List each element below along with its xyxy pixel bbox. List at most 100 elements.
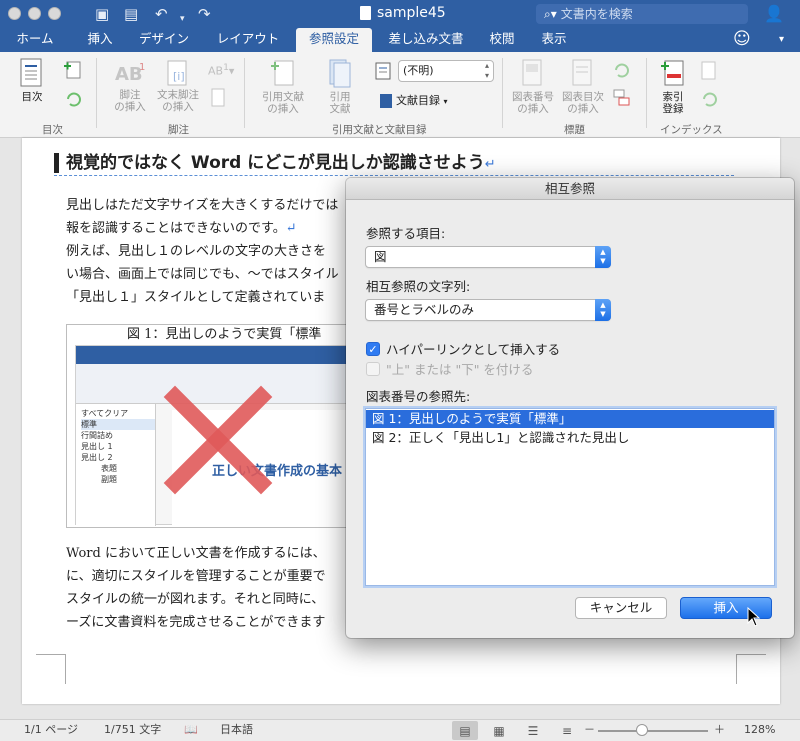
feedback-smiley-icon[interactable]: ☺ bbox=[733, 29, 751, 49]
mouse-pointer-icon bbox=[747, 607, 761, 627]
popup-arrows-icon: ▲ ▼ bbox=[595, 246, 611, 268]
ribbon: 目次 目次 AB 1 脚注 の挿入 [i] 文末脚注 の挿入 AB1▾ 脚注 引… bbox=[0, 52, 800, 138]
page-count[interactable]: 1/1 ページ bbox=[24, 720, 78, 740]
chevron-down-icon: ▾ bbox=[443, 97, 448, 106]
insert-index-icon[interactable] bbox=[700, 61, 718, 81]
search-input[interactable]: ⌕▾ 文書内を検索 bbox=[536, 4, 748, 24]
insert-endnote-button[interactable]: [i] 文末脚注 の挿入 bbox=[152, 60, 204, 113]
body-text-line[interactable]: 見出しはただ文字サイズを大きくするだけでは bbox=[66, 196, 338, 216]
title-bar: ▣ ▤ ↶ ▾ ↷ sample45 ⌕▾ 文書内を検索 👤 bbox=[0, 0, 800, 28]
tab-mailings[interactable]: 差し込み文書 bbox=[382, 28, 470, 52]
undo-icon[interactable]: ↶ bbox=[155, 4, 168, 24]
hyperlink-checkbox[interactable]: ✓ bbox=[366, 341, 380, 356]
margin-corner-mark bbox=[36, 654, 66, 684]
undo-dropdown-icon[interactable]: ▾ bbox=[180, 9, 185, 29]
list-label: 図表番号の参照先: bbox=[366, 389, 471, 404]
body-text-line[interactable]: 報を認識することはできないのです。↵ bbox=[66, 219, 297, 239]
cross-mark-icon bbox=[163, 385, 273, 495]
insert-footnote-button[interactable]: AB 1 脚注 の挿入 bbox=[106, 60, 154, 113]
list-item[interactable]: 図 2：正しく「見出し1」と認識された見出し bbox=[366, 429, 774, 447]
tab-review[interactable]: 校閲 bbox=[482, 28, 522, 52]
update-index-icon[interactable] bbox=[700, 90, 720, 108]
zoom-slider-handle[interactable] bbox=[636, 724, 648, 736]
tab-view[interactable]: 表示 bbox=[534, 28, 574, 52]
status-bar: 1/1 ページ 1/751 文字 📖 日本語 ▤ ▦ ☰ ≡ － ＋ 128% bbox=[0, 719, 800, 741]
ribbon-tabs: ホーム 挿入 デザイン レイアウト 参照設定 差し込み文書 校閲 表示 ☺ ▾ bbox=[0, 28, 800, 52]
body-text-line[interactable]: 「見出し１」スタイルとして定義されていま bbox=[66, 288, 325, 308]
table-of-figures-icon bbox=[572, 59, 592, 86]
sidebar-toggle-icon[interactable]: ▣ bbox=[95, 4, 109, 24]
tab-design[interactable]: デザイン bbox=[134, 28, 194, 52]
tab-insert[interactable]: 挿入 bbox=[80, 28, 120, 52]
ribbon-separator bbox=[502, 58, 503, 128]
bibliography-icon bbox=[380, 94, 392, 108]
insert-table-of-figures-button[interactable]: 図表目次 の挿入 bbox=[558, 58, 608, 115]
add-text-icon[interactable] bbox=[62, 60, 84, 80]
cross-reference-icon[interactable] bbox=[612, 88, 632, 108]
toc-button[interactable]: 目次 bbox=[10, 58, 54, 103]
zoom-level[interactable]: 128% bbox=[744, 720, 775, 740]
insert-caption-button[interactable]: 図表番号 の挿入 bbox=[508, 58, 558, 115]
document-heading[interactable]: 視覚的ではなく Word にどこが見出しか認識させよう↵ bbox=[54, 150, 734, 176]
citation-icon bbox=[271, 60, 294, 86]
close-window-button[interactable] bbox=[8, 7, 21, 20]
body-text-line[interactable]: い場合、画面上では同じでも、～ではスタイル bbox=[66, 265, 339, 285]
figure-titlebar bbox=[76, 346, 364, 364]
next-footnote-icon[interactable]: AB1▾ bbox=[208, 62, 234, 78]
redo-icon[interactable]: ↷ bbox=[198, 4, 211, 24]
search-icon: ⌕▾ bbox=[544, 7, 557, 21]
proofing-icon[interactable]: 📖 bbox=[184, 720, 198, 740]
dialog-title: 相互参照 bbox=[346, 178, 794, 200]
mark-entry-button[interactable]: 索引 登録 bbox=[652, 58, 694, 115]
web-layout-view-icon[interactable]: ▦ bbox=[486, 721, 512, 740]
share-add-user-icon[interactable]: 👤 bbox=[764, 4, 784, 23]
zoom-slider[interactable] bbox=[598, 730, 708, 732]
reference-text-select[interactable]: 番号とラベルのみ ▲ ▼ bbox=[365, 299, 611, 321]
reference-type-select[interactable]: 図 ▲ ▼ bbox=[365, 246, 611, 268]
zoom-window-button[interactable] bbox=[48, 7, 61, 20]
outline-view-icon[interactable]: ☰ bbox=[520, 721, 546, 740]
paragraph-mark-icon: ↵ bbox=[484, 157, 496, 172]
update-toc-icon[interactable] bbox=[64, 90, 84, 108]
figure-1[interactable]: 図 1：見出しのようで実質「標準 すべてクリア 標準 行間詰め 見出し 1 見出… bbox=[66, 324, 366, 528]
print-layout-view-icon[interactable]: ▤ bbox=[452, 721, 478, 740]
paragraph-mark-icon: ↵ bbox=[285, 221, 297, 236]
body-text-line[interactable]: ーズに文書資料を完成させることができます bbox=[66, 613, 325, 633]
language-indicator[interactable]: 日本語 bbox=[220, 720, 253, 740]
figure-style-pane: すべてクリア 標準 行間詰め 見出し 1 見出し 2 表題 副題 bbox=[76, 404, 156, 526]
document-title: sample45 bbox=[360, 5, 446, 21]
caption-list[interactable]: 図 1：見出しのようで実質「標準」 図 2：正しく「見出し1」と認識された見出し bbox=[365, 408, 775, 586]
tab-references[interactable]: 参照設定 bbox=[296, 28, 372, 52]
insert-citation-button[interactable]: 引用文献 の挿入 bbox=[256, 58, 310, 115]
collapse-ribbon-icon[interactable]: ▾ bbox=[779, 34, 784, 45]
zoom-in-button[interactable]: ＋ bbox=[714, 720, 725, 740]
group-label-index: インデックス bbox=[660, 124, 723, 136]
group-label-captions: 標題 bbox=[564, 124, 585, 136]
draft-view-icon[interactable]: ≡ bbox=[554, 721, 580, 740]
body-text-line[interactable]: Word において正しい文書を作成するには、 bbox=[66, 544, 326, 564]
tab-layout[interactable]: レイアウト bbox=[210, 28, 286, 52]
body-text-line[interactable]: に、適切にスタイルを管理することが重要で bbox=[66, 567, 326, 587]
update-table-icon[interactable] bbox=[612, 61, 632, 79]
group-label-toc: 目次 bbox=[42, 124, 63, 136]
figure-caption: 図 1：見出しのようで実質「標準 bbox=[127, 327, 322, 342]
citation-sources-button[interactable]: 引用 文献 bbox=[318, 58, 362, 115]
word-count[interactable]: 1/751 文字 bbox=[104, 720, 161, 740]
tab-home[interactable]: ホーム bbox=[12, 28, 58, 52]
popup-arrows-icon: ▲ ▼ bbox=[595, 299, 611, 321]
body-text-line[interactable]: 例えば、見出し１のレベルの文字の大きさを bbox=[66, 242, 326, 262]
above-below-checkbox bbox=[366, 361, 380, 376]
hyperlink-checkbox-row[interactable]: ✓ ハイパーリンクとして挿入する bbox=[366, 339, 560, 358]
svg-text:[i]: [i] bbox=[173, 70, 185, 83]
list-item[interactable]: 図 1：見出しのようで実質「標準」 bbox=[366, 410, 774, 428]
zoom-out-button[interactable]: － bbox=[584, 720, 595, 740]
save-icon[interactable]: ▤ bbox=[124, 4, 138, 24]
minimize-window-button[interactable] bbox=[28, 7, 41, 20]
stepper-icon: ▴ ▾ bbox=[484, 61, 489, 80]
show-notes-icon[interactable] bbox=[210, 88, 226, 108]
body-text-line[interactable]: スタイルの統一が図れます。それと同時に、 bbox=[66, 590, 324, 610]
cancel-button[interactable]: キャンセル bbox=[575, 597, 667, 619]
bibliography-button[interactable]: 文献目録 ▾ bbox=[380, 92, 448, 108]
citation-style-dropdown[interactable]: (不明) ▴ ▾ bbox=[398, 60, 494, 82]
citation-style-icon bbox=[375, 62, 391, 80]
